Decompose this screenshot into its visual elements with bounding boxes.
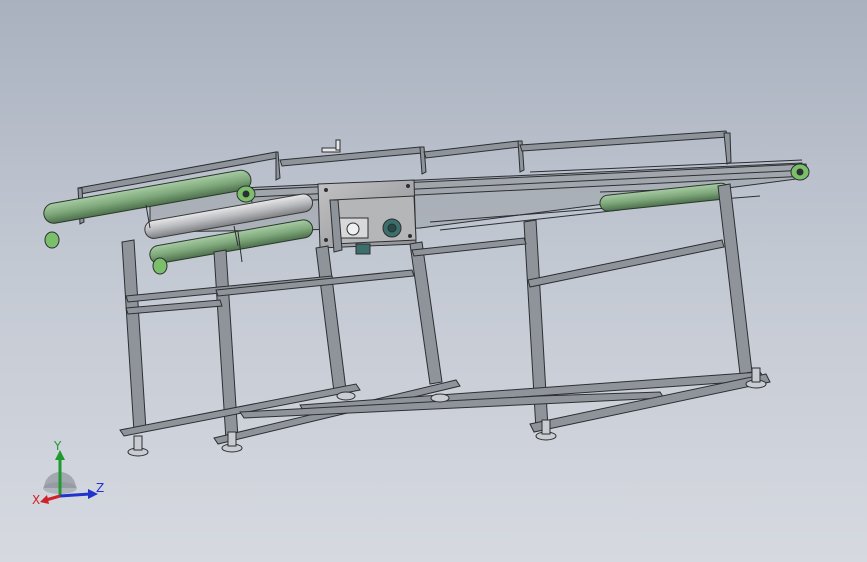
x-arrowhead-icon (40, 495, 49, 504)
x-axis-arrow (45, 494, 61, 502)
z-axis-label: Z (96, 481, 104, 495)
base-frame (119, 371, 771, 445)
y-axis-label: Y (53, 440, 62, 453)
axis-triad: Y Z X (32, 440, 104, 507)
x-axis-label: X (32, 493, 40, 507)
z-axis-arrow (59, 492, 91, 498)
conveyor-frame-model[interactable] (42, 130, 810, 457)
cad-viewport[interactable] (0, 0, 867, 562)
